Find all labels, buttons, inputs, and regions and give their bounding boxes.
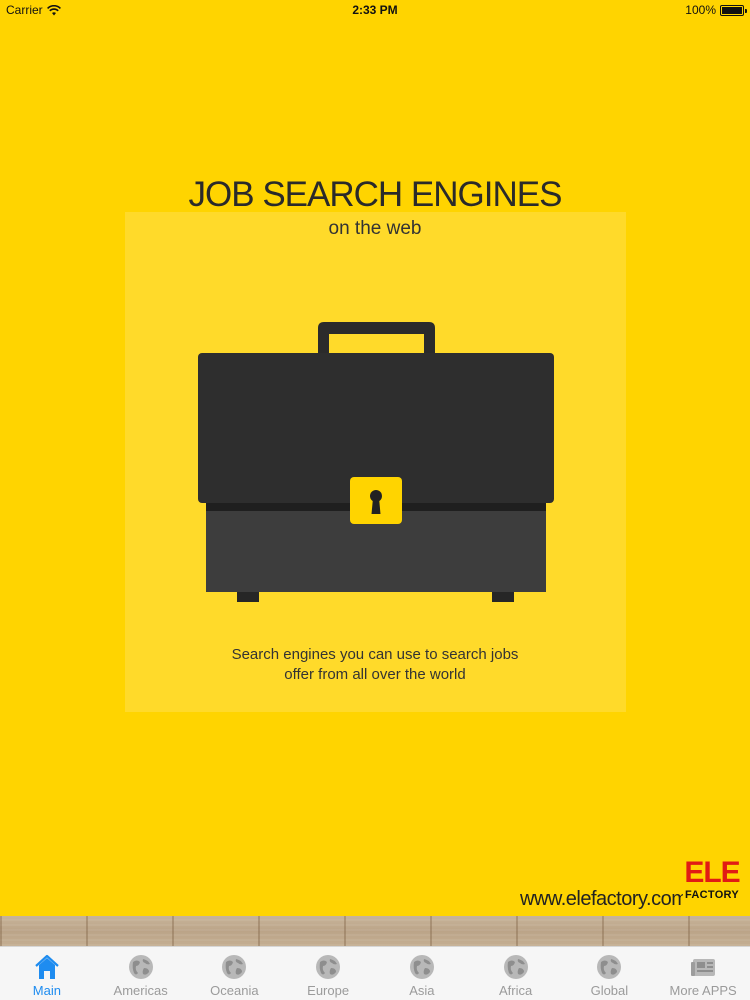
elefactory-logo[interactable]: ELE FACTORY [683, 857, 741, 912]
status-right: 100% [685, 3, 747, 17]
globe-icon [597, 955, 622, 979]
description-line-1: Search engines you can use to search job… [231, 646, 519, 663]
globe-icon [316, 955, 341, 979]
tab-africa[interactable]: Africa [469, 947, 562, 1000]
tab-label: Africa [499, 983, 533, 998]
globe-icon [128, 955, 153, 979]
status-bar: Carrier 2:33 PM 100% [0, 0, 750, 20]
tab-label: Global [590, 983, 629, 998]
tab-label: Main [32, 983, 61, 998]
tab-label: More APPS [669, 983, 737, 998]
tab-main[interactable]: Main [0, 947, 93, 1000]
tab-bar: Main Americas Oceania Europe Asia Africa… [0, 946, 750, 1000]
description: Search engines you can use to search job… [0, 645, 750, 685]
globe-icon [409, 955, 434, 979]
tab-label: Oceania [210, 983, 259, 998]
tab-label: Americas [113, 983, 168, 998]
tab-label: Asia [409, 983, 435, 998]
tab-global[interactable]: Global [563, 947, 656, 1000]
tab-more-apps[interactable]: More APPS [657, 947, 750, 1000]
tab-oceania[interactable]: Oceania [188, 947, 281, 1000]
page-subtitle: on the web [328, 218, 422, 239]
page-title: JOB SEARCH ENGINES [188, 175, 563, 214]
tab-europe[interactable]: Europe [282, 947, 375, 1000]
battery-icon [720, 4, 747, 16]
tab-asia[interactable]: Asia [375, 947, 468, 1000]
website-link[interactable]: www.elefactory.com [520, 888, 688, 911]
globe-icon [503, 955, 528, 979]
home-icon [35, 954, 59, 979]
wood-strip [0, 916, 750, 946]
description-line-2: offer from all over the world [284, 666, 466, 683]
newspaper-icon [691, 959, 716, 976]
logo-top-text: ELE [684, 856, 740, 889]
globe-icon [222, 955, 247, 979]
logo-bottom-text: FACTORY [684, 889, 740, 901]
battery-fill [722, 6, 742, 14]
briefcase-icon [198, 322, 554, 602]
tab-label: Europe [307, 983, 350, 998]
battery-label: 100% [685, 3, 716, 17]
tab-americas[interactable]: Americas [94, 947, 187, 1000]
status-time: 2:33 PM [352, 3, 398, 17]
